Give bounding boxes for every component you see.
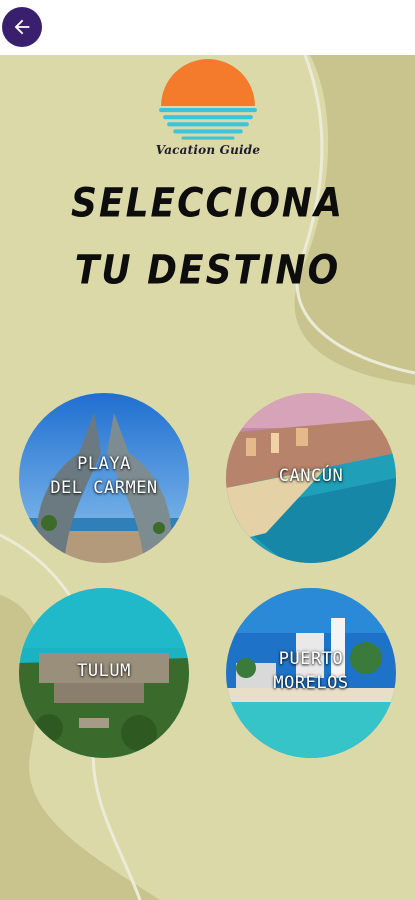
destination-cancun[interactable]: CANCÚN (226, 393, 396, 563)
brand-name: Vacation Guide (155, 143, 261, 157)
back-button[interactable] (2, 7, 42, 47)
arrow-left-icon (14, 19, 30, 35)
main-content: Vacation Guide SELECCIONA TU DESTINO PLA… (0, 55, 415, 900)
destination-label-line1: PLAYA (77, 454, 131, 474)
destination-label-line1: PUERTO (278, 649, 344, 669)
page-title-line1: SELECCIONA (71, 180, 344, 227)
destination-playa-del-carmen[interactable]: PLAYA DEL CARMEN (19, 393, 189, 563)
destination-label-line2: DEL CARMEN (50, 478, 158, 498)
destination-puerto-morelos[interactable]: PUERTO MORELOS (226, 588, 396, 758)
page-title-line2: TU DESTINO (74, 247, 341, 294)
destination-tulum[interactable]: TULUM (19, 588, 189, 758)
destination-label-line1: TULUM (77, 661, 131, 681)
destination-label-line2: MORELOS (273, 673, 349, 693)
top-bar (0, 0, 415, 55)
destination-label-line1: CANCÚN (278, 466, 344, 486)
